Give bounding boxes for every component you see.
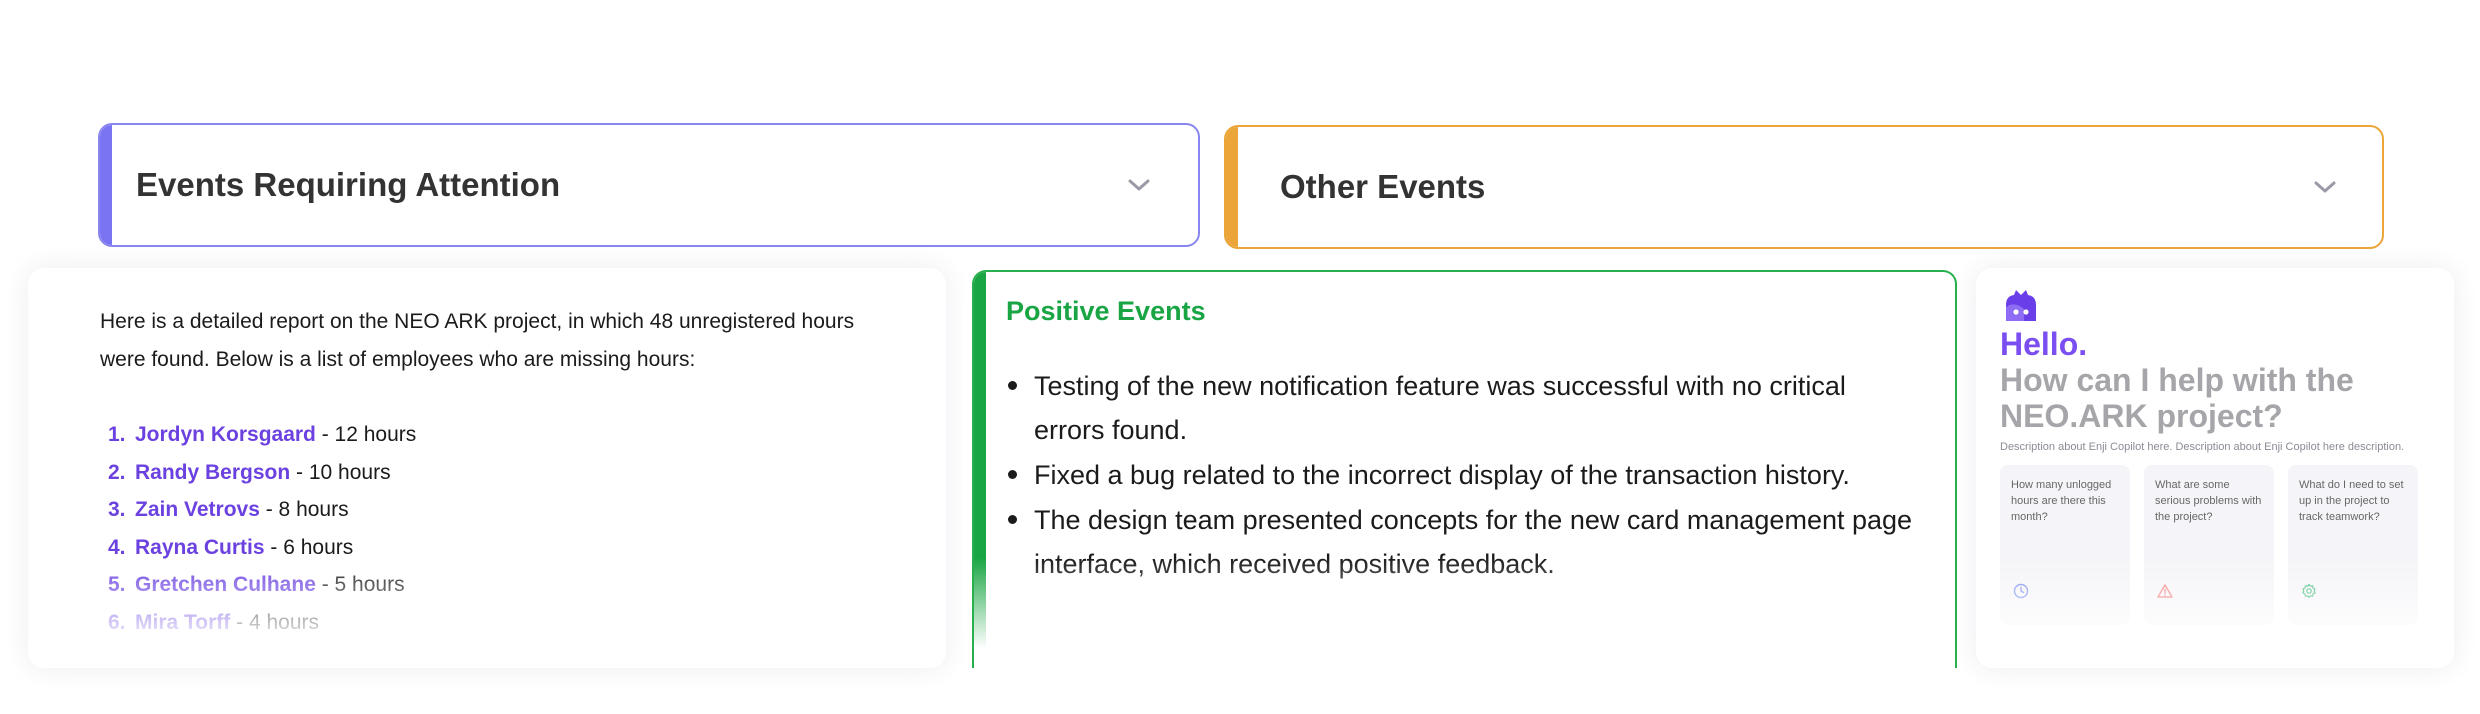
positive-events-title: Positive Events xyxy=(1006,296,1206,326)
employee-hours: - 4 hours xyxy=(230,610,319,634)
bullet-icon xyxy=(1008,381,1017,390)
list-item: 4. Rayna Curtis - 6 hours xyxy=(108,535,354,559)
accordion-events-requiring-attention[interactable]: Events Requiring Attention xyxy=(98,123,1200,247)
accordion-title: Events Requiring Attention xyxy=(136,166,561,203)
list-item: The design team presented concepts for t… xyxy=(1008,498,1914,586)
bullet-icon xyxy=(1008,515,1017,524)
list-item: Fixed a bug related to the incorrect dis… xyxy=(1008,453,1914,497)
suggestion-text: How many unlogged hours are there this m… xyxy=(2011,479,2112,523)
list-item: 1. Jordyn Korsgaard - 12 hours xyxy=(108,423,417,446)
employee-name[interactable]: Randy Bergson xyxy=(135,461,290,484)
list-item: Testing of the new notification feature … xyxy=(1008,364,1914,452)
employee-name[interactable]: Rayna Curtis xyxy=(135,536,265,559)
suggestion-card-unlogged-hours[interactable]: How many unlogged hours are there this m… xyxy=(2000,465,2130,625)
employee-name[interactable]: Jordyn Korsgaard xyxy=(135,423,316,446)
employee-name[interactable]: Gretchen Culhane xyxy=(135,573,316,596)
bullet-icon xyxy=(1008,470,1017,479)
suggestion-card-teamwork-setup[interactable]: What do I need to set up in the project … xyxy=(2288,465,2418,625)
accordion-title: Other Events xyxy=(1280,168,1486,205)
chevron-down-icon[interactable] xyxy=(2310,177,2340,197)
suggestion-text: What are some serious problems with the … xyxy=(2155,479,2262,523)
unregistered-hours-report-card: Here is a detailed report on the NEO ARK… xyxy=(28,268,946,668)
chevron-down-icon[interactable] xyxy=(1124,175,1154,195)
employee-name[interactable]: Mira Torff xyxy=(135,611,230,634)
report-intro: Here is a detailed report on the NEO ARK… xyxy=(100,310,855,371)
list-item: 5. Gretchen Culhane - 5 hours xyxy=(108,573,405,596)
employee-hours: - 8 hours xyxy=(259,498,349,521)
employee-hours: - 12 hours xyxy=(315,423,417,446)
copilot-card: Hello. How can I help with the NEO.ARK p… xyxy=(1976,268,2454,668)
accent-bar xyxy=(100,125,112,245)
accordion-other-events[interactable]: Other Events xyxy=(1224,125,2384,249)
enji-logo-icon xyxy=(2006,290,2036,321)
employee-name[interactable]: Zain Vetrovs xyxy=(135,498,260,521)
missing-hours-list: 1. Jordyn Korsgaard - 12 hours 2. Randy Be… xyxy=(108,416,416,641)
employee-hours: - 10 hours xyxy=(290,460,391,484)
clock-icon xyxy=(2013,583,2029,599)
gear-icon xyxy=(2302,583,2316,599)
warning-icon xyxy=(2157,584,2173,598)
positive-events-card: Positive Events Testing of the new notif… xyxy=(972,270,1957,668)
positive-events-list: Testing of the new notification feature … xyxy=(1008,364,1914,586)
accent-bar xyxy=(1226,127,1238,247)
suggestion-card-serious-problems[interactable]: What are some serious problems with the … xyxy=(2144,465,2274,625)
employee-hours: - 5 hours xyxy=(315,573,405,596)
list-item: 6. Mira Torff - 4 hours xyxy=(108,610,319,634)
copilot-description: Description about Enji Copilot here. Des… xyxy=(2000,441,2405,453)
suggestion-text: What do I need to set up in the project … xyxy=(2299,479,2404,523)
employee-hours: - 6 hours xyxy=(264,535,354,559)
copilot-greeting: Hello. xyxy=(2000,326,2088,362)
accent-bar xyxy=(974,272,986,668)
list-item: 2. Randy Bergson - 10 hours xyxy=(108,460,391,484)
copilot-question: How can I help with the NEO.ARK project? xyxy=(2000,362,2354,434)
list-item: 3. Zain Vetrovs - 8 hours xyxy=(108,498,349,521)
